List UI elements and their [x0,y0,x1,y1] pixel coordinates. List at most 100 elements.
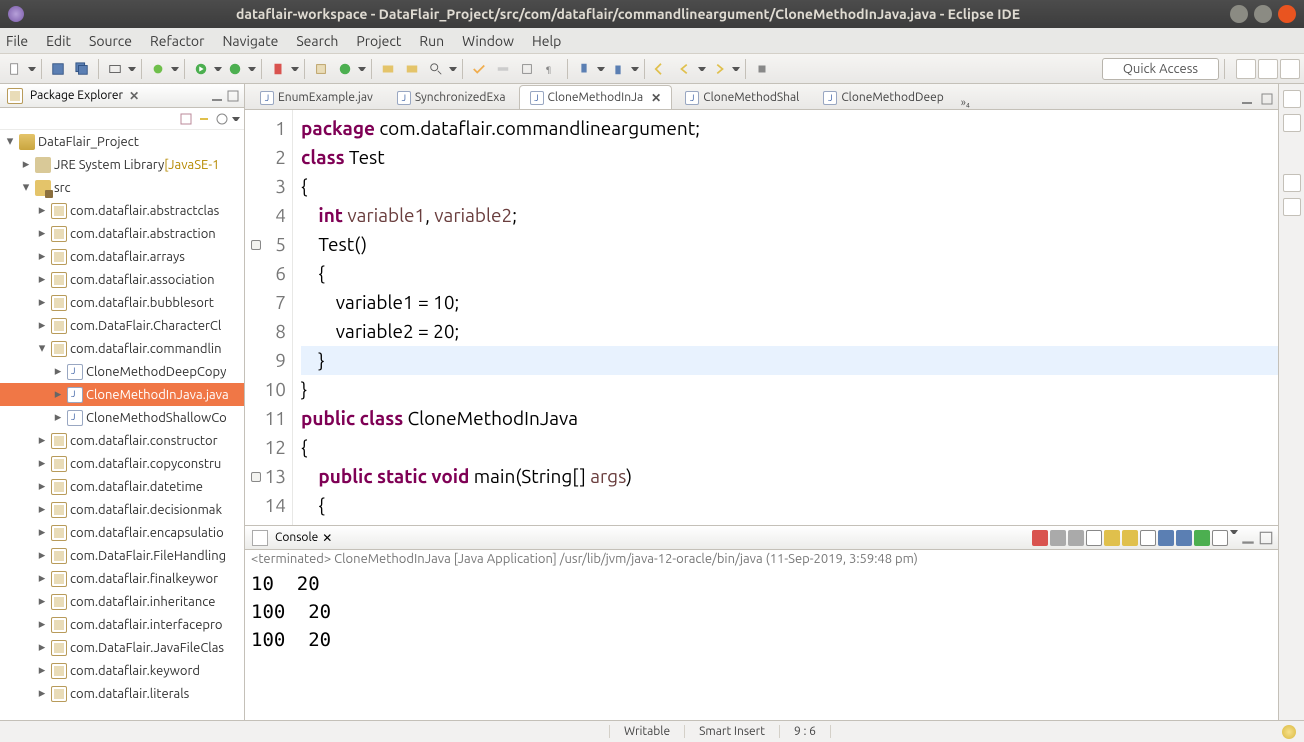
minimize-button[interactable] [1230,5,1248,23]
menu-window[interactable]: Window [462,33,514,49]
tree-node[interactable]: com.dataflair.decisionmak [0,498,244,521]
editor-tab[interactable]: JEnumExample.jav [249,85,384,109]
prev-annotation-button[interactable] [607,58,629,80]
menu-project[interactable]: Project [356,33,401,49]
expand-arrow-icon[interactable] [52,410,64,425]
menu-run[interactable]: Run [419,33,444,49]
outline-trim-icon[interactable] [1283,90,1301,108]
tree-node[interactable]: CloneMethodShallowCo [0,406,244,429]
editor-tab[interactable]: JCloneMethodInJa✕ [519,85,673,109]
tree-node[interactable]: com.dataflair.association [0,268,244,291]
word-wrap-button[interactable] [1122,530,1138,546]
menu-edit[interactable]: Edit [46,33,71,49]
code-editor[interactable]: 1234567891011121314 package com.dataflai… [245,110,1278,526]
back-button[interactable] [674,58,696,80]
coverage-button[interactable] [224,58,246,80]
max-console-button[interactable] [1258,530,1274,546]
expand-arrow-icon[interactable] [36,502,48,517]
switch-editor-button[interactable] [104,58,126,80]
toggle-block-button[interactable] [516,58,538,80]
new-button[interactable] [4,58,26,80]
focus-task-button[interactable] [214,111,230,127]
pin-console-button[interactable] [1140,530,1156,546]
toggle-mark-button[interactable] [468,58,490,80]
tree-node[interactable]: com.dataflair.commandlin [0,337,244,360]
task-list-trim-icon[interactable] [1283,114,1301,132]
external-tools-button[interactable] [267,58,289,80]
expand-arrow-icon[interactable] [36,226,48,241]
expand-arrow-icon[interactable] [36,341,48,356]
expand-arrow-icon[interactable] [36,594,48,609]
expand-arrow-icon[interactable] [36,456,48,471]
menu-navigate[interactable]: Navigate [222,33,278,49]
menu-search[interactable]: Search [296,33,338,49]
tree-node[interactable]: com.dataflair.abstractclas [0,199,244,222]
expand-arrow-icon[interactable] [36,663,48,678]
tree-node[interactable]: com.dataflair.bubblesort [0,291,244,314]
expand-arrow-icon[interactable] [52,364,64,379]
console-output[interactable]: 10 20 100 20 100 20 [245,568,1278,720]
debug-button[interactable] [147,58,169,80]
search-button[interactable] [425,58,447,80]
terminate-button[interactable] [1032,530,1048,546]
quick-access-input[interactable]: Quick Access [1102,58,1219,80]
maximize-button[interactable] [1254,5,1272,23]
tree-node[interactable]: com.dataflair.datetime [0,475,244,498]
expand-arrow-icon[interactable] [20,180,32,195]
last-edit-button[interactable] [650,58,672,80]
tree-node[interactable]: src [0,176,244,199]
tree-node[interactable]: com.dataflair.finalkeywor [0,567,244,590]
save-button[interactable] [47,58,69,80]
line-gutter[interactable]: 1234567891011121314 [245,110,293,525]
menu-help[interactable]: Help [532,33,561,49]
open-console-button[interactable] [1176,530,1192,546]
expand-arrow-icon[interactable] [36,272,48,287]
new-console-button[interactable] [1212,530,1228,546]
next-annotation-button[interactable] [573,58,595,80]
expand-arrow-icon[interactable] [36,571,48,586]
console-dropdown[interactable] [1230,530,1238,546]
tree-node[interactable]: com.dataflair.inheritance [0,590,244,613]
expand-arrow-icon[interactable] [36,686,48,701]
show-console-button[interactable] [1194,530,1210,546]
scroll-lock-button[interactable] [1104,530,1120,546]
new-package-button[interactable] [310,58,332,80]
java-perspective-button[interactable] [1258,59,1278,79]
tree-node[interactable]: com.dataflair.interfacepro [0,613,244,636]
run-dropdown[interactable] [214,67,222,71]
menu-refactor[interactable]: Refactor [150,33,204,49]
tree-node[interactable]: DataFlair_Project [0,130,244,153]
link-editor-button[interactable] [196,111,212,127]
tip-bulb-icon[interactable] [1282,725,1296,739]
expand-arrow-icon[interactable] [20,157,32,172]
new-dropdown[interactable] [28,67,36,71]
outline-view-trim-icon[interactable] [1283,174,1301,192]
remove-all-button[interactable] [1068,530,1084,546]
forward-button[interactable] [708,58,730,80]
expand-arrow-icon[interactable] [36,640,48,655]
menu-source[interactable]: Source [89,33,132,49]
expand-arrow-icon[interactable] [36,318,48,333]
close-console-icon[interactable]: ✕ [322,531,332,545]
remove-launch-button[interactable] [1050,530,1066,546]
code-area[interactable]: package com.dataflair.commandlineargumen… [293,110,1278,525]
tree-node[interactable]: CloneMethodInJava.java [0,383,244,406]
other-trim-icon[interactable] [1283,198,1301,216]
tree-node[interactable]: com.DataFlair.CharacterCl [0,314,244,337]
tree-node[interactable]: com.dataflair.arrays [0,245,244,268]
expand-arrow-icon[interactable] [36,525,48,540]
tree-node[interactable]: com.dataflair.literals [0,682,244,705]
tree-node[interactable]: JRE System Library [JavaSE-1 [0,153,244,176]
editor-tab[interactable]: JSynchronizedExa [386,85,517,109]
pin-button[interactable] [751,58,773,80]
tree-node[interactable]: com.dataflair.encapsulatio [0,521,244,544]
tree-node[interactable]: com.dataflair.keyword [0,659,244,682]
tree-node[interactable]: com.dataflair.abstraction [0,222,244,245]
tree-node[interactable]: CloneMethodDeepCopy [0,360,244,383]
display-console-button[interactable] [1158,530,1174,546]
show-whitespace-button[interactable]: ¶ [540,58,562,80]
close-button[interactable] [1278,5,1296,23]
editor-tab[interactable]: JCloneMethodDeep [812,85,954,109]
open-perspective-button[interactable] [1236,59,1256,79]
close-tab-icon[interactable]: ✕ [651,91,661,105]
